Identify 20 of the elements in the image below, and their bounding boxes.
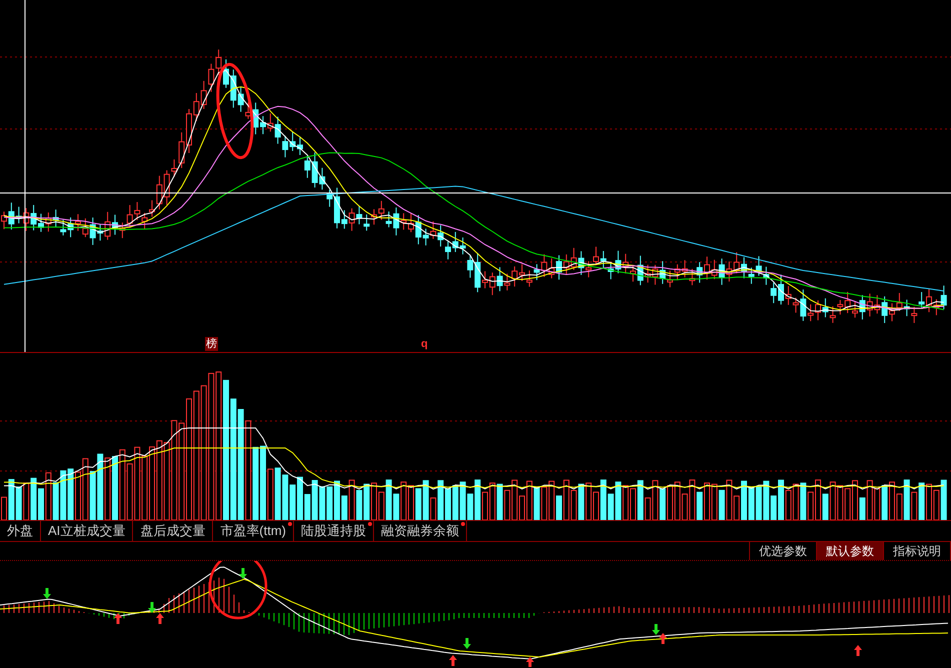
down-arrow-icon [463,638,471,649]
down-arrow-icon [652,624,660,635]
indicator-tab[interactable]: AI立桩成交量 [41,521,134,541]
up-arrow-icon [526,657,534,667]
up-arrow-icon [156,613,164,624]
indicator-tab[interactable]: 外盘 [0,521,41,541]
chart-label: q [420,337,429,351]
down-arrow-icon [148,602,156,613]
indicator-tab[interactable]: 融资融券余额 [374,521,468,541]
down-arrow-icon [43,588,51,599]
down-arrow-icon [239,568,247,579]
up-arrow-icon [114,613,122,624]
up-arrow-icon [659,633,667,644]
up-arrow-icon [449,655,457,666]
parameter-button[interactable]: 默认参数 [817,542,884,560]
up-arrow-icon [854,645,862,656]
indicator-tab[interactable]: 市盈率(ttm) [213,521,294,541]
indicator-tab[interactable]: 盘后成交量 [133,521,214,541]
indicator-tab[interactable]: 陆股通持股 [294,521,374,541]
chart-badge: 榜 [205,337,218,351]
